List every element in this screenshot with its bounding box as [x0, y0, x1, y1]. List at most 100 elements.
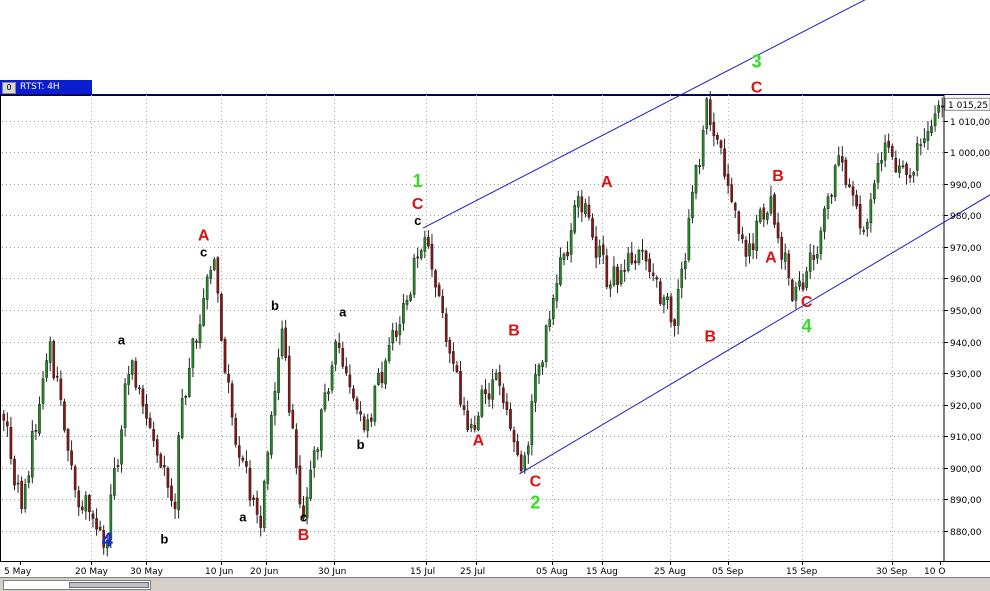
wave-label: 2 [530, 493, 540, 513]
candle-body [890, 146, 894, 157]
scrollbar-thumb[interactable] [69, 582, 149, 588]
candle-body [883, 142, 887, 161]
candle-body [865, 222, 869, 230]
candle-body [594, 236, 598, 258]
candle-body [719, 140, 723, 148]
candle-body [77, 490, 81, 508]
candle-body [323, 392, 327, 410]
candle-body [876, 163, 880, 183]
y-tick-label: 950,00 [950, 307, 982, 317]
candle-body [188, 368, 191, 397]
candle-body [787, 253, 791, 279]
candle-body [837, 155, 841, 166]
candle-body [826, 196, 830, 209]
candle-body [402, 303, 405, 324]
candle-body [452, 351, 455, 364]
scrollbar-track[interactable] [3, 580, 151, 590]
x-tick-label: 10 O [924, 567, 945, 577]
candle-body [862, 230, 866, 232]
candle-body [216, 257, 220, 294]
candle-body [434, 270, 437, 288]
candle-body [416, 256, 419, 259]
candle-body [830, 194, 833, 197]
wave-label: A [765, 250, 777, 267]
y-tick-label: 990,00 [950, 181, 982, 191]
candle-body [523, 455, 527, 470]
candle-body [605, 255, 609, 288]
candle-body [591, 218, 594, 238]
candle-body [213, 259, 216, 270]
candle-body [601, 244, 605, 255]
candle-body [355, 398, 359, 410]
candle-body [480, 389, 484, 417]
candle-body [191, 338, 195, 368]
candle-body [915, 143, 919, 171]
candle-body [477, 415, 480, 431]
candle-body [623, 270, 626, 272]
candle-body [266, 452, 270, 484]
candle-body [31, 430, 34, 478]
candle-body [544, 325, 548, 362]
y-tick-label: 970,00 [950, 244, 982, 254]
candle-body [655, 277, 659, 280]
candle-body [937, 104, 940, 113]
candle-body [441, 296, 444, 313]
candle-body [562, 253, 566, 260]
candle-body [419, 250, 423, 259]
candle-body [237, 445, 241, 458]
candle-body [637, 250, 641, 264]
x-tick-label: 5 May [4, 567, 32, 577]
x-tick-label: 30 May [130, 567, 164, 577]
candle-body [644, 250, 648, 262]
candle-body [20, 480, 23, 509]
candle-body [180, 398, 184, 438]
wave-label: 1 [413, 171, 423, 191]
candle-body [758, 209, 762, 223]
candle-body [259, 515, 262, 528]
wave-label: a [118, 333, 126, 348]
candle-body [9, 426, 13, 459]
candle-body [773, 194, 776, 225]
candle-body [484, 389, 487, 395]
candle-body [805, 271, 808, 288]
y-tick-label: 960,00 [950, 275, 982, 285]
candle-body [873, 183, 876, 200]
candle-body [52, 340, 56, 379]
candle-body [705, 98, 709, 129]
horizontal-scrollbar[interactable] [0, 577, 990, 591]
candle-body [298, 465, 302, 505]
x-tick-label: 15 Sep [786, 567, 818, 577]
x-tick-label: 10 Jun [205, 567, 233, 577]
price-chart[interactable]: 1 010,00 1 000,00 990,00 980,00 970,00 960,00… [0, 0, 990, 590]
x-tick-label: 25 Aug [654, 567, 686, 577]
x-tick-label: 15 Jul [410, 567, 435, 577]
candle-body [370, 417, 373, 422]
candle-body [195, 340, 198, 343]
candle-body [466, 410, 469, 431]
candle-body [155, 439, 159, 456]
candle-body [823, 208, 826, 232]
candle-body [220, 293, 223, 341]
candle-body [648, 258, 651, 273]
candle-body [534, 374, 537, 403]
candle-body [170, 485, 173, 501]
candle-body [448, 340, 452, 354]
wave-label: c [200, 244, 207, 259]
candle-body [359, 411, 362, 415]
candle-body [912, 172, 915, 176]
candle-body [284, 327, 287, 358]
candle-body [659, 281, 662, 304]
candle-body [669, 296, 673, 323]
y-tick-label: 890,00 [950, 496, 982, 506]
candle-body [80, 506, 84, 510]
candle-body [516, 441, 519, 456]
candle-body [791, 279, 794, 301]
candle-body [519, 454, 523, 472]
candle-body [295, 429, 298, 468]
candle-body [63, 401, 66, 431]
candle-body [726, 173, 730, 186]
candle-body [933, 113, 937, 126]
candle-body [666, 296, 669, 301]
candle-body [634, 260, 637, 264]
candle-body [273, 391, 277, 416]
